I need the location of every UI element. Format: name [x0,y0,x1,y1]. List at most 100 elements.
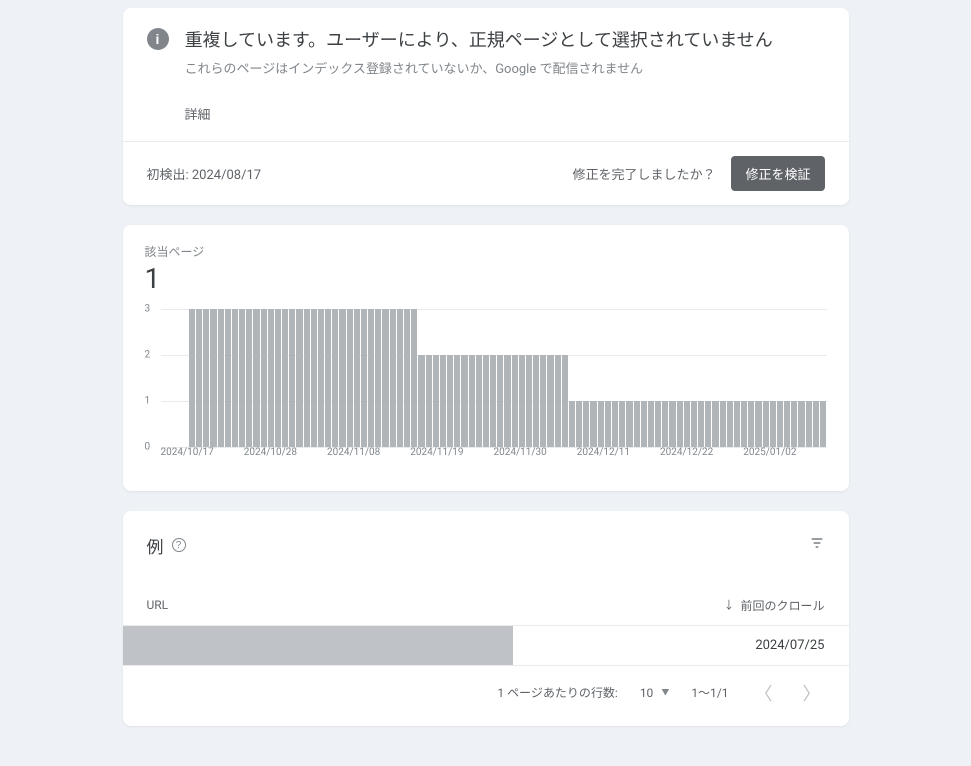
chart-bar [705,401,711,447]
chart-bar [411,309,417,447]
x-tick: 2024/12/22 [660,447,743,469]
x-tick: 2024/12/11 [577,447,660,469]
x-tick: 2024/11/30 [494,447,577,469]
chart-bar [268,309,274,447]
y-tick: 1 [145,395,151,406]
sort-arrow-down-icon: ↓ [723,597,734,613]
info-body: i 重複しています。ユーザーにより、正規ページとして選択されていません これらの… [123,8,849,141]
chart-bar [426,355,432,447]
chart-bar [318,309,324,447]
examples-title-wrap: 例 ? [147,533,186,558]
chart-bar [533,355,539,447]
y-tick: 2 [145,349,151,360]
chart-bar [698,401,704,447]
issue-title: 重複しています。ユーザーにより、正規ページとして選択されていません [185,28,825,54]
chart-bar [605,401,611,447]
chart-bar [662,401,668,447]
url-cell-placeholder [123,626,513,665]
chart-bar [218,309,224,447]
chart-plot: 0123 [161,309,827,447]
chart-bar [239,309,245,447]
chart-bar [347,309,353,447]
col-url-header[interactable]: URL [147,598,685,612]
chart-bar [461,355,467,447]
chart-bar [727,401,733,447]
chart-bar [820,401,826,447]
chart-x-axis: 2024/10/172024/10/282024/11/082024/11/19… [161,447,827,469]
chart-bar [368,309,374,447]
examples-title: 例 [147,533,164,558]
last-crawl-cell: 2024/07/25 [685,638,825,653]
chart-bar [576,401,582,447]
chart-bar [433,355,439,447]
chart-bar [354,309,360,447]
pager-range: 1～1/1 [691,684,728,701]
chart-bar [641,401,647,447]
pager-prev-button[interactable]: 〈 [751,676,777,710]
table-row[interactable]: 2024/07/25 [123,626,849,666]
chart-bar [763,401,769,447]
chart-bar [648,401,654,447]
chart-bar [547,355,553,447]
chart-bar [296,309,302,447]
issue-detail-link[interactable]: 詳細 [185,104,825,123]
examples-table-header: URL ↓ 前回のクロール [123,586,849,626]
chart-bar [504,355,510,447]
chart-bar [339,309,345,447]
chart-bar [261,309,267,447]
info-footer: 初検出: 2024/08/17 修正を完了しましたか？ 修正を検証 [123,141,849,205]
help-icon[interactable]: ? [172,538,186,552]
chart-bar [361,309,367,447]
chart-bar [619,401,625,447]
x-tick: 2024/10/28 [244,447,327,469]
chart-bar [583,401,589,447]
col-crawl-header[interactable]: ↓ 前回のクロール [685,597,825,614]
chart-bar [490,355,496,447]
chart-bar [612,401,618,447]
chart-bar [375,309,381,447]
info-icon: i [147,28,169,50]
chart-bar [791,401,797,447]
chart-bar [196,309,202,447]
chart-bar [626,401,632,447]
validate-fix-button[interactable]: 修正を検証 [731,156,824,191]
filter-icon[interactable] [809,535,825,555]
chart-bar [210,309,216,447]
chart-bar [748,401,754,447]
chart-bar [777,401,783,447]
chart-bar [677,401,683,447]
chart-bar [325,309,331,447]
examples-header: 例 ? [123,511,849,586]
chart-bar [784,401,790,447]
chart-bar [397,309,403,447]
rows-per-page-label: 1 ページあたりの行数: [497,684,617,701]
chart-bar [203,309,209,447]
info-text: 重複しています。ユーザーにより、正規ページとして選択されていません これらのペー… [179,28,825,123]
chart-bar [246,309,252,447]
chart-bar [497,355,503,447]
x-tick: 2024/11/08 [327,447,410,469]
chart-bar [332,309,338,447]
chart-bar [282,309,288,447]
chart-bar [289,309,295,447]
chart-series-label: 該当ページ [145,243,827,260]
rows-per-page-select[interactable]: 10 ▼ [640,686,670,700]
chart-bar [469,355,475,447]
chart-bar [440,355,446,447]
chart-bars [175,309,827,447]
chart-bar [720,401,726,447]
chart-bar [512,355,518,447]
footer-right: 修正を完了しましたか？ 修正を検証 [572,156,824,191]
dropdown-icon: ▼ [661,687,669,698]
chart-bar [798,401,804,447]
chart-bar [655,401,661,447]
table-pager: 1 ページあたりの行数: 10 ▼ 1～1/1 〈 〉 [123,666,849,726]
chart-bar [540,355,546,447]
chart-bar [225,309,231,447]
chart-bar [275,309,281,447]
chart-bar [519,355,525,447]
pager-next-button[interactable]: 〉 [799,676,825,710]
chart-bar [189,309,195,447]
rows-per-page-value: 10 [640,686,654,700]
chart-bar [304,309,310,447]
